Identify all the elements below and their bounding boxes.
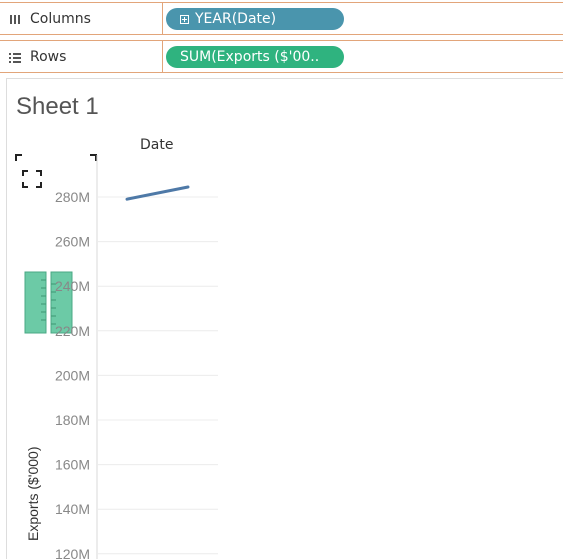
y-tick-label: 140M (55, 501, 90, 517)
y-tick-label: 120M (55, 546, 90, 559)
fit-axis-icon[interactable] (22, 170, 42, 188)
selection-corners (15, 154, 97, 161)
y-tick-label: 240M (55, 278, 90, 294)
y-axis-title: Exports ($'000) (25, 447, 41, 542)
y-tick-label: 280M (55, 189, 90, 205)
gridlines (97, 196, 218, 555)
y-tick-label: 200M (55, 367, 90, 383)
y-tick-label: 220M (55, 323, 90, 339)
y-tick-label: 260M (55, 234, 90, 250)
y-tick-labels: 280M 260M 240M 220M 200M 180M 160M 140M 120M (55, 189, 90, 559)
line-chart: 280M 260M 240M 220M 200M 180M 160M 140M 120M Exp… (15, 154, 218, 559)
y-tick-label: 180M (55, 412, 90, 428)
y-tick-label: 160M (55, 457, 90, 473)
